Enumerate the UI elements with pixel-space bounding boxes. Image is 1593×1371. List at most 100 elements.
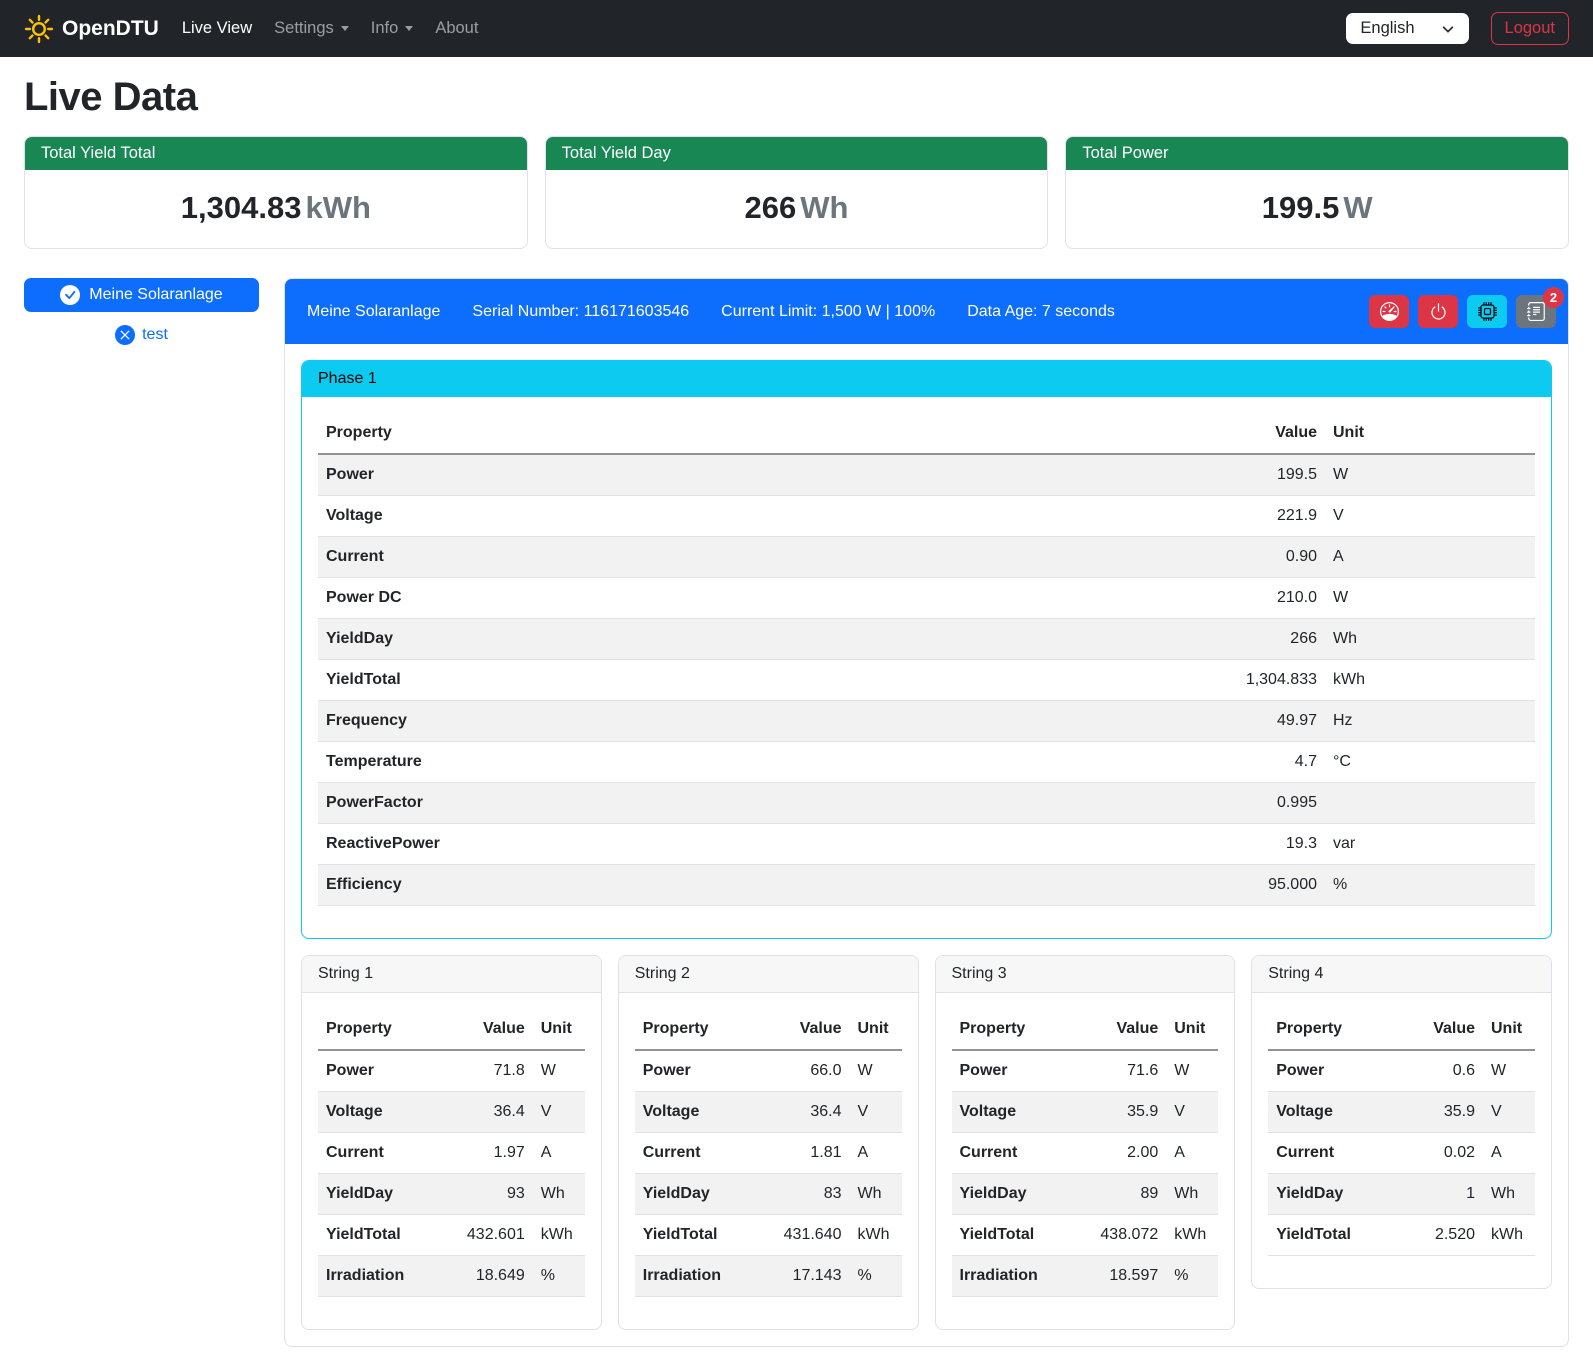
- table-row: Voltage35.9V: [1268, 1092, 1535, 1133]
- summary-card-total-power: Total Power 199.5W: [1065, 136, 1569, 249]
- summary-card-title: Total Yield Total: [25, 137, 527, 170]
- inverter-limit: Current Limit: 1,500 W | 100%: [721, 303, 935, 321]
- value-cell: 210.0: [1215, 578, 1325, 619]
- summary-card-value-row: 266Wh: [546, 170, 1048, 248]
- property-cell: Voltage: [635, 1092, 762, 1133]
- value-cell: 1,304.833: [1215, 660, 1325, 701]
- table-row: Current1.81A: [635, 1133, 902, 1174]
- value-cell: 432.601: [445, 1215, 533, 1256]
- table-row: Current1.97A: [318, 1133, 585, 1174]
- property-cell: Power: [318, 454, 1215, 496]
- value-cell: 95.000: [1215, 865, 1325, 906]
- property-cell: Power: [952, 1050, 1079, 1092]
- property-cell: ReactivePower: [318, 824, 1215, 865]
- table-row: YieldDay83Wh: [635, 1174, 902, 1215]
- summary-card-value-row: 199.5W: [1066, 170, 1568, 248]
- value-cell: 35.9: [1395, 1092, 1483, 1133]
- string-card-title: String 2: [619, 956, 918, 993]
- event-count-badge: 2: [1543, 287, 1564, 308]
- string-card-title: String 4: [1252, 956, 1551, 993]
- unit-cell: A: [533, 1133, 585, 1174]
- unit-cell: °C: [1325, 742, 1535, 783]
- inverter-test-link[interactable]: test: [24, 325, 259, 345]
- check-circle-icon: [60, 285, 80, 305]
- table-row: PowerFactor0.995: [318, 783, 1535, 824]
- unit-cell: Wh: [1325, 619, 1535, 660]
- unit-cell: V: [533, 1092, 585, 1133]
- table-row: Current0.02A: [1268, 1133, 1535, 1174]
- column-header-property: Property: [318, 413, 1215, 454]
- table-row: Power199.5W: [318, 454, 1535, 496]
- property-cell: YieldDay: [318, 619, 1215, 660]
- unit-cell: A: [1166, 1133, 1218, 1174]
- inverter-action-buttons: 2: [1369, 295, 1556, 328]
- unit-cell: V: [1325, 496, 1535, 537]
- brand-link[interactable]: OpenDTU: [24, 14, 159, 44]
- unit-cell: W: [850, 1050, 902, 1092]
- unit-cell: V: [1166, 1092, 1218, 1133]
- inverter-sidebar: Meine Solaranlage test: [24, 278, 259, 1347]
- phase-table: PropertyValueUnitPower199.5WVoltage221.9…: [318, 413, 1535, 906]
- table-row: Voltage221.9V: [318, 496, 1535, 537]
- table-row: YieldTotal432.601kWh: [318, 1215, 585, 1256]
- power-toggle-button[interactable]: [1418, 295, 1458, 328]
- table-row: Irradiation18.649%: [318, 1256, 585, 1297]
- inverter-data-age: Data Age: 7 seconds: [967, 303, 1115, 321]
- nav-settings[interactable]: Settings: [263, 11, 360, 46]
- event-log-button[interactable]: 2: [1516, 295, 1556, 328]
- inverter-name: Meine Solaranlage: [307, 303, 440, 321]
- device-info-button[interactable]: [1467, 295, 1507, 328]
- table-row: Irradiation17.143%: [635, 1256, 902, 1297]
- unit-cell: W: [1483, 1050, 1535, 1092]
- navbar: OpenDTU Live View Settings Info About En…: [0, 0, 1593, 57]
- property-cell: YieldDay: [635, 1174, 762, 1215]
- table-row: Voltage35.9V: [952, 1092, 1219, 1133]
- unit-cell: A: [1325, 537, 1535, 578]
- table-row: YieldTotal438.072kWh: [952, 1215, 1219, 1256]
- unit-cell: V: [1483, 1092, 1535, 1133]
- nav-live-view[interactable]: Live View: [171, 11, 263, 46]
- table-row: Irradiation18.597%: [952, 1256, 1219, 1297]
- property-cell: Irradiation: [635, 1256, 762, 1297]
- property-cell: Irradiation: [318, 1256, 445, 1297]
- column-header-property: Property: [1268, 1009, 1395, 1050]
- property-cell: Voltage: [952, 1092, 1079, 1133]
- column-header-value: Value: [1215, 413, 1325, 454]
- summary-unit: Wh: [800, 190, 848, 225]
- table-row: YieldDay1Wh: [1268, 1174, 1535, 1215]
- unit-cell: kWh: [1166, 1215, 1218, 1256]
- inverter-body: Phase 1 PropertyValueUnitPower199.5WVolt…: [285, 344, 1568, 1346]
- table-row: YieldDay93Wh: [318, 1174, 585, 1215]
- limit-settings-button[interactable]: [1369, 295, 1409, 328]
- string-card-4: String 4 PropertyValueUnitPower0.6WVolta…: [1251, 955, 1552, 1289]
- property-cell: Voltage: [1268, 1092, 1395, 1133]
- unit-cell: var: [1325, 824, 1535, 865]
- value-cell: 66.0: [762, 1050, 850, 1092]
- language-select[interactable]: English: [1346, 13, 1468, 44]
- property-cell: Irradiation: [952, 1256, 1079, 1297]
- property-cell: Current: [1268, 1133, 1395, 1174]
- value-cell: 36.4: [445, 1092, 533, 1133]
- nav-about[interactable]: About: [424, 11, 489, 46]
- inverter-header: Meine Solaranlage Serial Number: 1161716…: [285, 279, 1568, 344]
- column-header-value: Value: [762, 1009, 850, 1050]
- table-row: YieldTotal431.640kWh: [635, 1215, 902, 1256]
- unit-cell: %: [1325, 865, 1535, 906]
- summary-value: 199.5: [1262, 190, 1340, 225]
- language-selected-value: English: [1360, 19, 1414, 38]
- cpu-icon: [1478, 302, 1497, 321]
- property-cell: Power: [318, 1050, 445, 1092]
- value-cell: 199.5: [1215, 454, 1325, 496]
- nav-info[interactable]: Info: [360, 11, 425, 46]
- column-header-property: Property: [318, 1009, 445, 1050]
- value-cell: 89: [1078, 1174, 1166, 1215]
- value-cell: 18.597: [1078, 1256, 1166, 1297]
- property-cell: Voltage: [318, 1092, 445, 1133]
- value-cell: 1: [1395, 1174, 1483, 1215]
- caret-down-icon: [341, 26, 349, 31]
- inverter-select-button[interactable]: Meine Solaranlage: [24, 278, 259, 312]
- logout-button[interactable]: Logout: [1491, 12, 1569, 45]
- table-row: YieldDay266Wh: [318, 619, 1535, 660]
- unit-cell: Wh: [850, 1174, 902, 1215]
- phase-card: Phase 1 PropertyValueUnitPower199.5WVolt…: [301, 360, 1552, 939]
